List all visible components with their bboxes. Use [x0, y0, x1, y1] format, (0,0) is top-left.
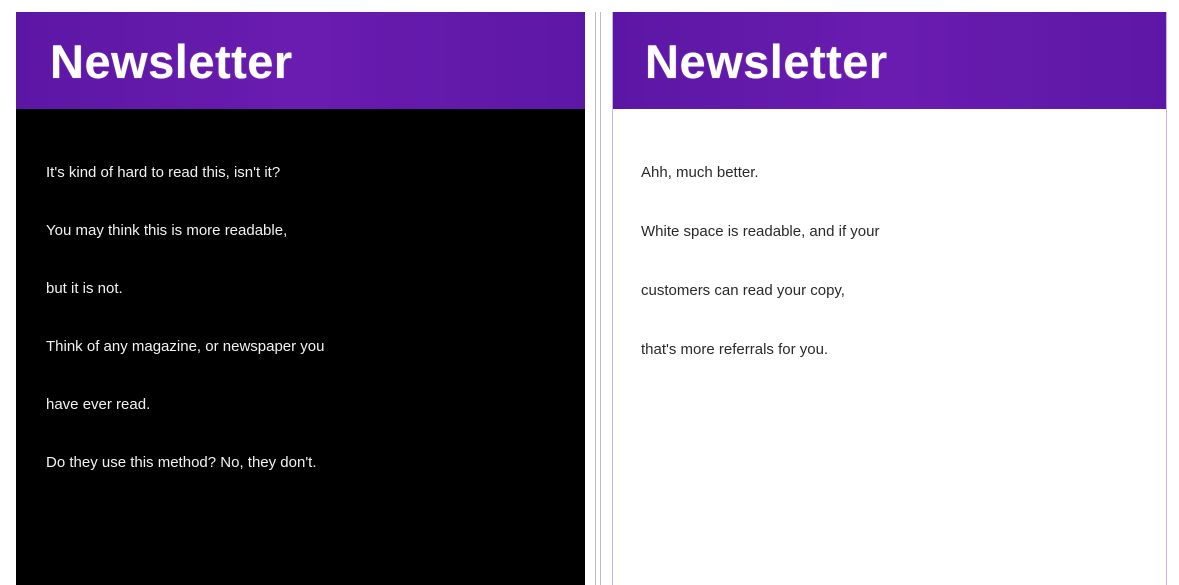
- body-line: that's more referrals for you.: [641, 341, 829, 358]
- body-line: Think of any magazine, or newspaper you: [46, 338, 325, 355]
- body-line: You may think this is more readable,: [46, 222, 288, 239]
- body-line: Ahh, much better.: [641, 164, 759, 181]
- newsletter-banner: Newsletter: [16, 12, 585, 109]
- dark-newsletter-panel: Newsletter It's kind of hard to read thi…: [16, 12, 585, 585]
- newsletter-title: Newsletter: [645, 35, 888, 88]
- panel-divider: [595, 12, 596, 585]
- newsletter-banner: Newsletter: [613, 12, 1166, 109]
- newsletter-title: Newsletter: [50, 35, 293, 88]
- body-line: customers can read your copy,: [641, 282, 845, 299]
- body-line: but it is not.: [46, 280, 123, 297]
- body-line: Do they use this method? No, they don't.: [46, 454, 317, 471]
- body-line: It's kind of hard to read this, isn't it…: [46, 164, 281, 181]
- newsletter-body: Ahh, much better. White space is readabl…: [641, 163, 879, 399]
- body-line: have ever read.: [46, 396, 151, 413]
- panel-divider: [600, 12, 601, 585]
- newsletter-body: It's kind of hard to read this, isn't it…: [46, 163, 325, 511]
- body-line: White space is readable, and if your: [641, 223, 880, 240]
- light-newsletter-panel: Newsletter Ahh, much better. White space…: [612, 12, 1167, 585]
